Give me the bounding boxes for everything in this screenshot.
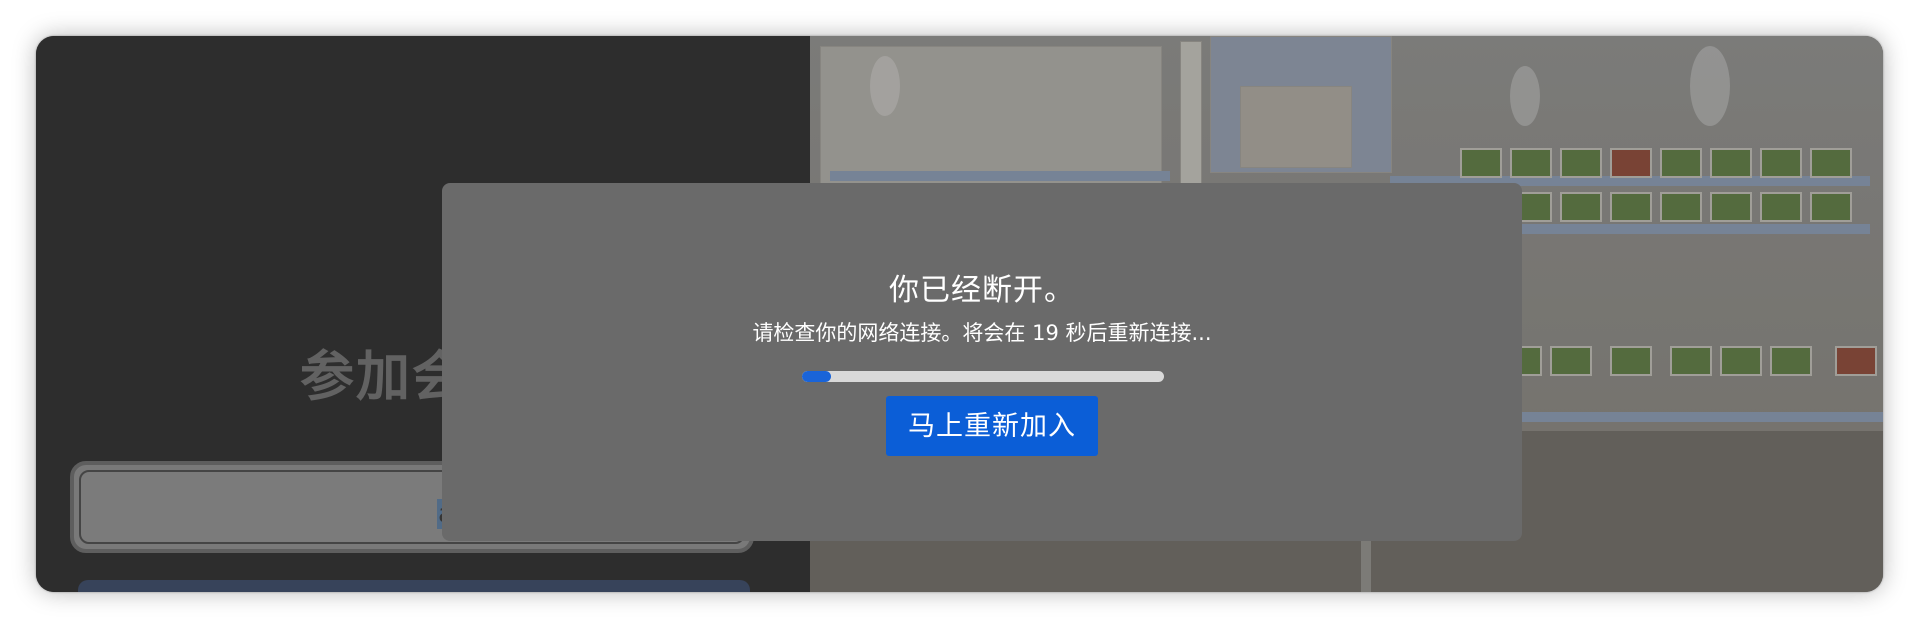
reconnect-progress-bar [802, 371, 1164, 382]
reconnect-progress-fill [802, 371, 831, 382]
dialog-message: 请检查你的网络连接。将会在 19 秒后重新连接... [752, 321, 1212, 345]
dialog-title: 你已经断开。 [889, 273, 1075, 308]
disconnect-dialog: 你已经断开。 请检查你的网络连接。将会在 19 秒后重新连接... 马上重新加入 [442, 183, 1522, 541]
app-window: 参加会 asd [36, 36, 1883, 592]
rejoin-now-button[interactable]: 马上重新加入 [886, 396, 1098, 456]
